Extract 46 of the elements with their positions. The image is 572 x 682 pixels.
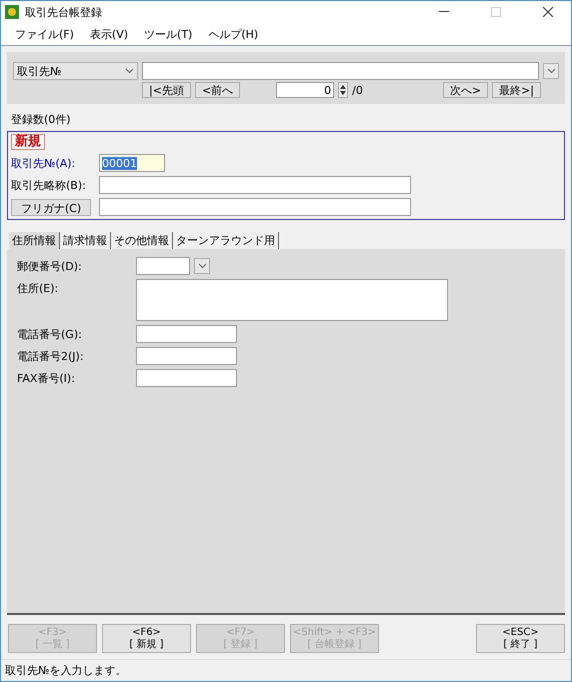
function-key-button[interactable]: <F6> [ 新規 ] [102,624,191,653]
postal-code-field[interactable] [136,257,190,275]
chevron-down-icon [546,68,556,74]
field-label: 電話番号2(J): [17,349,85,364]
furigana-button[interactable]: フリガナ(C) [11,198,91,216]
search-key-dropdown[interactable]: 取引先№ [13,62,138,80]
last-button[interactable]: 最終>| [492,82,541,98]
prev-button[interactable]: <前へ [194,82,240,98]
app-icon [5,5,19,19]
maximize-icon [491,7,501,17]
function-key-button[interactable]: <ESC> [ 終了 ] [476,624,565,653]
dropdown-button[interactable] [194,258,210,274]
minimize-icon [439,11,449,13]
next-button[interactable]: 次へ> [442,82,488,98]
address-field[interactable] [136,279,448,321]
field-label: 電話番号(G): [17,327,83,342]
chevron-down-icon [125,68,134,74]
record-count: 登録数(0件) [10,112,72,128]
menu-item[interactable]: ツール(T) [136,26,200,42]
position-field[interactable]: 0 [276,82,334,98]
first-button[interactable]: |<先頭 [142,82,191,98]
phone-field[interactable] [136,325,237,343]
input-field[interactable] [99,198,411,216]
menu-item[interactable]: 表示(V) [82,26,136,42]
field-label: FAX番号(I): [17,371,76,386]
field-label: 郵便番号(D): [17,259,83,274]
tab[interactable]: 住所情報 [9,232,60,249]
chevron-down-icon [198,263,206,269]
input-field[interactable]: 00001 [99,154,165,172]
total-count: /0 [352,84,363,96]
phone-field[interactable] [136,369,237,387]
status-bar: 取引先№を入力します。 [1,659,571,681]
search-field[interactable] [142,62,539,80]
field-label: 取引先略称(B): [11,178,87,192]
menu-item[interactable]: ヘルプ(H) [200,26,266,42]
field-label: 取引先№(A): [11,156,76,170]
mode-label: 新規 [11,134,45,150]
input-field[interactable] [99,176,411,194]
field-label: 住所(E): [17,281,60,296]
phone-field[interactable] [136,347,237,365]
dropdown-button[interactable] [543,63,559,79]
menu-item[interactable]: ファイル(F) [7,26,82,42]
spinner-icon[interactable] [338,82,348,98]
window-title: 取引先台帳登録 [25,4,103,20]
close-icon [543,7,553,17]
tab[interactable]: 請求情報 [60,232,111,249]
